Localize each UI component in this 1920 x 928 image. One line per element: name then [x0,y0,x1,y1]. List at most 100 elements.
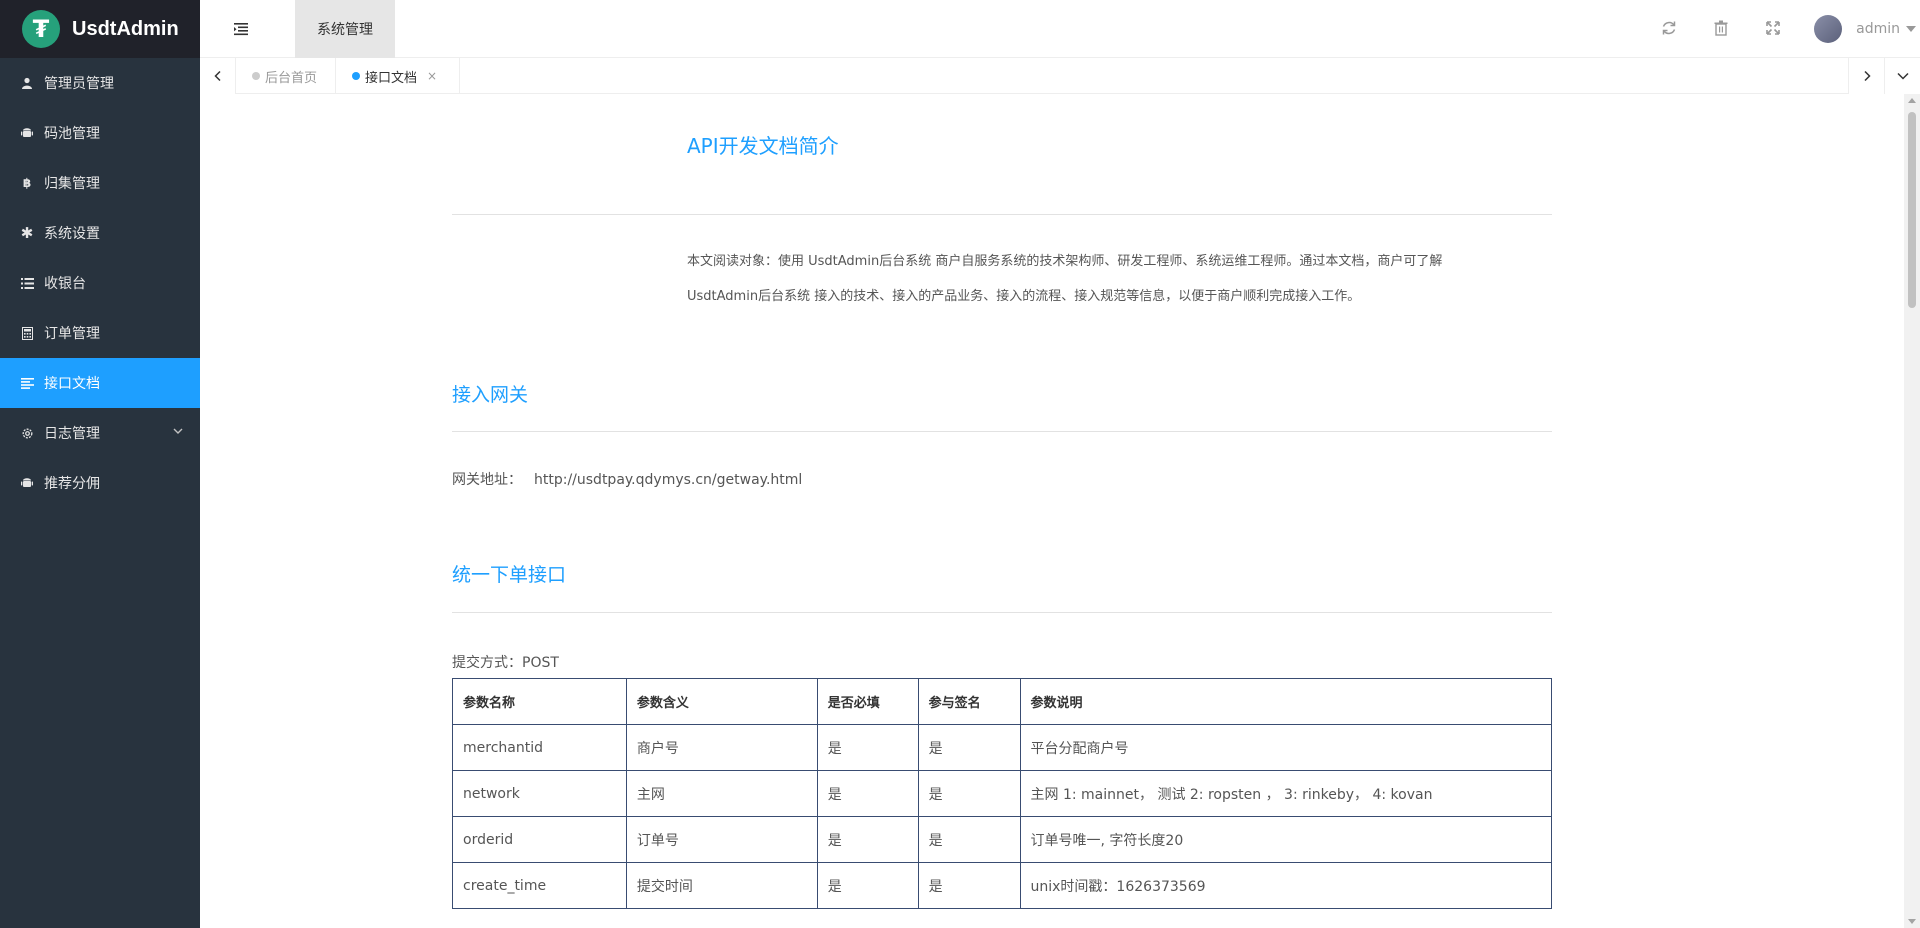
calculator-icon [20,326,34,340]
table-cell: unix时间戳：1626373569 [1019,862,1553,909]
column-header: 参与签名 [917,678,1021,725]
sidebar-item-code-pool[interactable]: 码池管理 [0,108,200,158]
table-row: merchantid 商户号 是 是 平台分配商户号 [452,724,1553,771]
caret-down-icon [1906,26,1916,32]
gateway-heading: 接入网关 [452,384,529,406]
table-cell: 提交时间 [625,862,818,909]
table-cell: 是 [816,770,919,817]
table-cell: 是 [917,724,1021,771]
column-header: 参数名称 [452,678,627,725]
sidebar-item-label: 推荐分佣 [44,476,100,492]
table-cell: merchantid [452,724,627,771]
gear-icon [20,426,34,440]
android-icon [20,476,34,490]
column-header: 是否必填 [816,678,919,725]
table-row: network 主网 是 是 主网 1: mainnet， 测试 2: rops… [452,770,1553,817]
sidebar-item-label: 收银台 [44,276,86,292]
align-left-icon [20,376,34,390]
tab-dashboard[interactable]: 后台首页 [236,58,336,94]
tab-label: 后台首页 [265,70,318,86]
table-cell: 商户号 [625,724,818,771]
list-icon [20,276,34,290]
tabs-scroll-right-icon[interactable] [1848,58,1884,94]
doc-intro: 本文阅读对象：使用 UsdtAdmin后台系统 商户自服务系统的技术架构师、研发… [687,244,1517,314]
sidebar-item-label: 管理员管理 [44,76,114,92]
tab-label: 接口文档 [365,70,418,86]
content-area: API开发文档简介 本文阅读对象：使用 UsdtAdmin后台系统 商户自服务系… [200,94,1920,928]
sidebar-item-label: 订单管理 [44,326,100,342]
trash-icon[interactable] [1712,19,1730,37]
logo[interactable]: ₮ UsdtAdmin [0,0,200,58]
sidebar-item-label: 码池管理 [44,126,100,142]
tabs-scroll-left-icon[interactable] [200,58,236,94]
sidebar-item-collection[interactable]: ฿ 归集管理 [0,158,200,208]
sidebar-item-api-docs[interactable]: 接口文档 [0,358,200,408]
refresh-icon[interactable] [1660,19,1678,37]
chevron-down-icon[interactable] [172,425,184,437]
vertical-scrollbar[interactable] [1904,94,1920,928]
submit-method: 提交方式：POST [452,655,559,671]
user-name: admin [1856,21,1900,37]
table-cell: orderid [452,816,627,863]
table-cell: 主网 [625,770,818,817]
sidebar-item-label: 归集管理 [44,176,100,192]
order-heading: 统一下单接口 [452,564,567,586]
table-cell: 是 [816,816,919,863]
menu-toggle-icon[interactable] [230,18,252,40]
table-cell: 主网 1: mainnet， 测试 2: ropsten ， 3: rinkeb… [1019,770,1553,817]
params-table: 参数名称 参数含义 是否必填 参与签名 参数说明 merchantid 商户号 … [452,678,1553,909]
tether-logo-icon: ₮ [22,10,60,48]
android-icon [20,126,34,140]
table-cell: 是 [816,862,919,909]
bitcoin-icon: ฿ [22,176,32,190]
gateway-label: 网关地址： [452,472,522,488]
scroll-up-arrow-icon[interactable] [1908,98,1916,103]
tab-api-docs[interactable]: 接口文档 × [336,58,460,94]
table-header-row: 参数名称 参数含义 是否必填 参与签名 参数说明 [452,678,1553,725]
sidebar-item-label: 接口文档 [44,376,100,392]
gateway-url[interactable]: http://usdtpay.qdymys.cn/getway.html [534,472,802,488]
table-row: create_time 提交时间 是 是 unix时间戳：1626373569 [452,862,1553,909]
scrollbar-thumb[interactable] [1908,112,1916,308]
table-row: orderid 订单号 是 是 订单号唯一, 字符长度20 [452,816,1553,863]
table-cell: 是 [816,724,919,771]
table-cell: 订单号 [625,816,818,863]
header-tab-system[interactable]: 系统管理 [295,0,395,58]
column-header: 参数说明 [1019,678,1553,725]
sidebar-item-cashier[interactable]: 收银台 [0,258,200,308]
sidebar: ₮ UsdtAdmin 管理员管理 码池管理 ฿ 归集管理 ✱ 系统设置 收银台… [0,0,200,928]
divider [452,431,1552,432]
fullscreen-icon[interactable] [1764,19,1782,37]
intro-line: UsdtAdmin后台系统 接入的技术、接入的产品业务、接入的流程、接入规范等信… [687,289,1361,304]
top-header: 系统管理 admin [200,0,1920,58]
divider [452,612,1552,613]
sidebar-item-settings[interactable]: ✱ 系统设置 [0,208,200,258]
app-title: UsdtAdmin [72,17,179,40]
tabs-menu-chevron-down-icon[interactable] [1884,58,1920,94]
sidebar-item-referral[interactable]: 推荐分佣 [0,458,200,508]
sidebar-item-admin[interactable]: 管理员管理 [0,58,200,108]
sidebar-item-logs[interactable]: 日志管理 [0,408,200,458]
scroll-down-arrow-icon[interactable] [1908,919,1916,924]
divider [452,214,1552,215]
doc-title: API开发文档简介 [687,134,839,158]
page-tabs-bar: 后台首页 接口文档 × [200,58,1920,94]
table-cell: 是 [917,770,1021,817]
sidebar-item-label: 日志管理 [44,426,100,442]
sidebar-item-orders[interactable]: 订单管理 [0,308,200,358]
table-cell: 是 [917,862,1021,909]
table-cell: 是 [917,816,1021,863]
asterisk-icon: ✱ [20,224,34,242]
table-cell: 平台分配商户号 [1019,724,1553,771]
table-cell: create_time [452,862,627,909]
tab-status-dot [352,72,360,80]
table-cell: 订单号唯一, 字符长度20 [1019,816,1553,863]
gateway-address: 网关地址： http://usdtpay.qdymys.cn/getway.htm… [452,469,802,489]
user-icon [20,76,34,90]
close-icon[interactable]: × [427,69,437,83]
sidebar-item-label: 系统设置 [44,226,100,242]
intro-line: 本文阅读对象：使用 UsdtAdmin后台系统 商户自服务系统的技术架构师、研发… [687,254,1443,269]
avatar [1814,15,1843,43]
column-header: 参数含义 [625,678,818,725]
user-menu[interactable]: admin [1814,0,1920,58]
